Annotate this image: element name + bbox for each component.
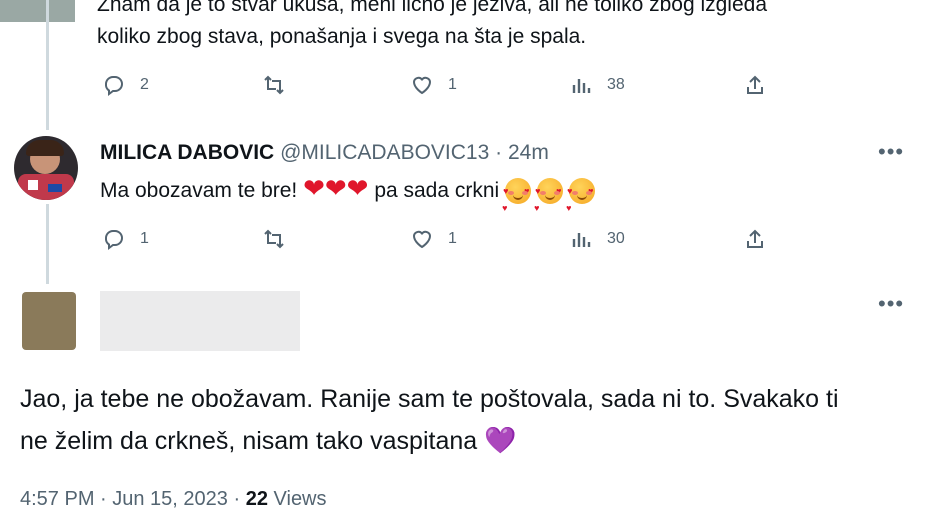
avatar-blurred[interactable] — [22, 292, 76, 350]
tweet2-like-button[interactable]: 1 — [410, 227, 457, 251]
tweet2-text-end: pa sada crkni — [374, 179, 500, 202]
share-icon — [747, 229, 763, 248]
tweet2-views-button[interactable]: 30 — [569, 227, 625, 251]
tweet1-reply-button[interactable]: 2 — [102, 73, 149, 97]
tweet2-retweet-button[interactable] — [262, 227, 286, 251]
tweet1-retweet-button[interactable] — [262, 73, 286, 97]
avatar[interactable] — [14, 136, 78, 200]
reply-count: 1 — [140, 230, 149, 247]
retweet-icon — [264, 75, 284, 95]
tweet1-views-button[interactable]: 38 — [569, 73, 625, 97]
views-icon — [572, 79, 591, 93]
tweet-timestamp[interactable]: 4:57 PM · Jun 15, 2023 · — [20, 488, 240, 510]
tweet2-header: MILICA DABOVIC @MILICADABOVIC13 · 24m — [100, 141, 549, 165]
views-icon — [572, 233, 591, 247]
thread-line — [46, 0, 49, 130]
author-name-blurred — [100, 291, 300, 351]
tweet2-share-button[interactable] — [743, 227, 767, 251]
reply-count: 2 — [140, 76, 149, 93]
tweet-time[interactable]: 24m — [508, 141, 549, 164]
retweet-icon — [264, 229, 284, 249]
tweet1-text-line1: Znam da je to stvar ukusa, meni lično je… — [97, 0, 768, 16]
more-icon[interactable]: ••• — [878, 291, 904, 317]
tweet2-reply-button[interactable]: 1 — [102, 227, 149, 251]
thread-line — [46, 204, 49, 284]
tweet1-share-button[interactable] — [743, 73, 767, 97]
reply-icon — [104, 76, 123, 96]
views-count: 22 — [245, 488, 268, 510]
author-name[interactable]: MILICA DABOVIC — [100, 141, 274, 164]
views-label: Views — [273, 488, 327, 510]
author-handle[interactable]: @MILICADABOVIC13 — [280, 141, 489, 164]
like-count: 1 — [448, 230, 457, 247]
tweet2-text-start: Ma obozavam te bre! — [100, 179, 298, 202]
like-icon — [412, 230, 432, 249]
tweet2-text: Ma obozavam te bre! ❤❤❤ pa sada crkni ♥ ♥… — [100, 172, 596, 213]
tweet3-text-line2-content: ne želim da crkneš, nisam tako vaspitana — [20, 427, 478, 455]
tweet3-text-line1: Jao, ja tebe ne obožavam. Ranije sam te … — [20, 385, 839, 413]
separator-dot: · — [495, 141, 503, 164]
more-icon[interactable]: ••• — [878, 139, 904, 165]
views-count: 30 — [607, 230, 625, 247]
avatar-top-blurred — [0, 0, 75, 22]
smiling-hearts-emoji: ♥♥♥ ♥♥♥ ♥♥♥ — [502, 178, 596, 213]
tweet1-like-button[interactable]: 1 — [410, 73, 457, 97]
like-count: 1 — [448, 76, 457, 93]
tweet1-text-line2: koliko zbog stava, ponašanja i svega na … — [97, 25, 587, 48]
red-hearts-emoji: ❤❤❤ — [303, 173, 369, 203]
views-count: 38 — [607, 76, 625, 93]
tweet3-text-line2: ne želim da crkneš, nisam tako vaspitana… — [20, 424, 517, 458]
like-icon — [412, 76, 432, 95]
tweet-meta: 4:57 PM · Jun 15, 2023 · 22 Views — [20, 488, 327, 511]
reply-icon — [104, 230, 123, 250]
share-icon — [747, 75, 763, 94]
purple-heart-emoji: 💜 — [484, 425, 517, 455]
